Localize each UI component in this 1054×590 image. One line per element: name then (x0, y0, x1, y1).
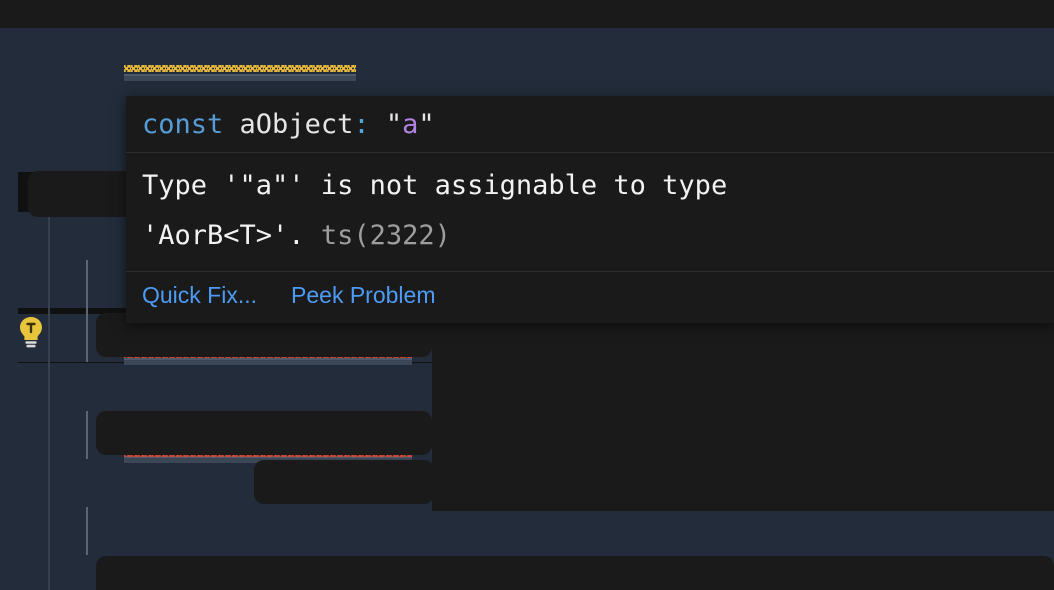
overlay-block-top-left (26, 0, 526, 28)
hover-tooltip[interactable]: const aObject: "a" Type '"a"' is not ass… (126, 96, 1054, 323)
lightbulb-icon[interactable] (16, 315, 46, 349)
hover-diagnostic-message: Type '"a"' is not assignable to type 'Ao… (126, 153, 1054, 271)
indent-guide-2 (86, 260, 88, 314)
hover-diagnostic-code: ts(2322) (321, 220, 451, 251)
hover-sig-colon: : (353, 109, 369, 140)
overlay-block-default (254, 460, 434, 504)
hover-sig-space (223, 109, 239, 140)
indent-guide-4 (86, 411, 88, 459)
hover-sig-quote-open: " (386, 109, 402, 140)
signature-underline-bar (124, 74, 356, 81)
hover-sig-keyword: const (142, 109, 223, 140)
overlay-block-return-b (96, 411, 432, 455)
hover-sig-name: aObject (240, 109, 354, 140)
peek-problem-link[interactable]: Peek Problem (291, 282, 435, 308)
hover-signature: const aObject: "a" (126, 96, 1054, 152)
code-line-throw[interactable]: throw new Error(`Invalid Context Type : … (0, 507, 1054, 555)
quick-fix-link[interactable]: Quick Fix... (142, 282, 257, 308)
return-a-underline-bar (124, 358, 412, 365)
indent-guide-3 (86, 314, 88, 362)
hover-sig-quote-close: " (418, 109, 434, 140)
hover-action-bar: Quick Fix... Peek Problem (126, 272, 1054, 323)
hover-message-line2: 'AorB<T>'. (142, 220, 305, 251)
overlay-block-bottom (96, 556, 1054, 590)
indent-guide-5 (86, 507, 88, 555)
overlay-block-left-mid (28, 171, 136, 217)
hover-message-line1: Type '"a"' is not assignable to type (142, 170, 727, 201)
editor-screen: const testFunction = <T extends Context>… (0, 0, 1054, 590)
hover-sig-type-value: a (402, 109, 418, 140)
hover-sig-space2 (370, 109, 386, 140)
warning-squiggle-testfunction (124, 65, 356, 72)
overlay-block-right (432, 315, 1054, 511)
indent-guide-1 (48, 212, 50, 590)
